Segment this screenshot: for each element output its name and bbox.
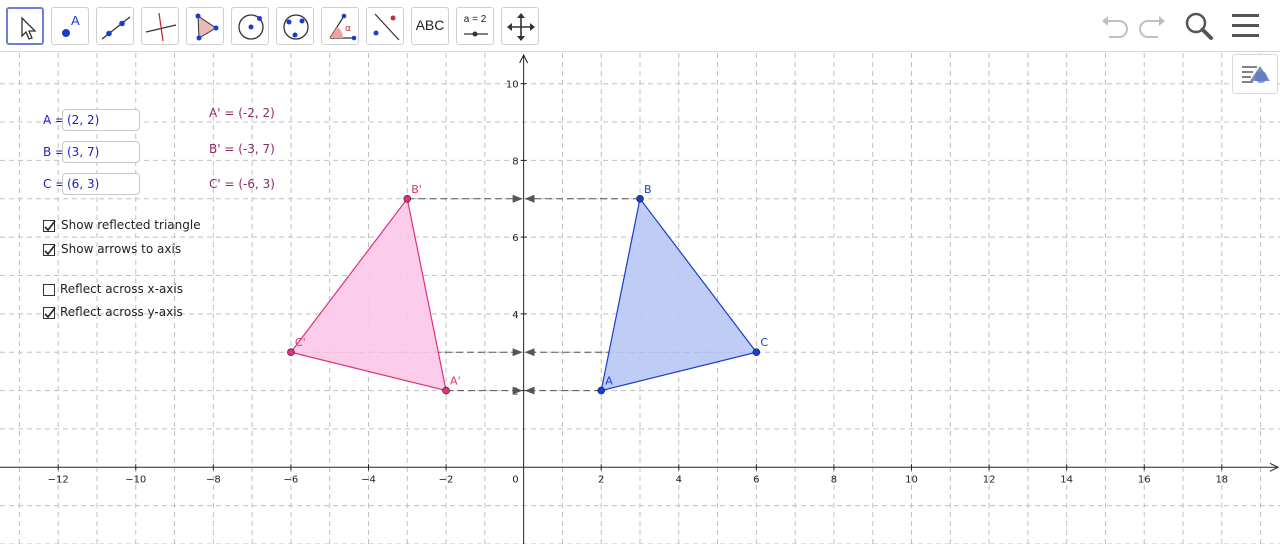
x-tick-label: −6 [284,474,299,485]
menu-icon [1232,14,1259,37]
x-tick-label: −8 [206,474,221,485]
circle-tool[interactable] [231,7,269,45]
x-tick-label: 8 [831,474,837,485]
x-tick-label: −10 [125,474,146,485]
toolbar: A α ABC a = 2 [0,0,1280,52]
x-tick-label: −2 [439,474,454,485]
slider-icon [464,31,488,37]
reflect-x-axis-label: Reflect across x-axis [60,282,183,296]
show-reflected-triangle-label: Show reflected triangle [61,218,201,232]
x-tick-label: 12 [983,474,996,485]
x-tick-label: −12 [48,474,69,485]
point-tool[interactable]: A [51,7,89,45]
reflect-x-axis-checkbox[interactable] [43,284,55,296]
perpendicular-tool[interactable] [141,7,179,45]
reflected-coordinate-text: B' = (-3, 7) [209,142,275,156]
vertex-point [752,348,761,357]
point-c-input[interactable] [62,173,140,195]
vertex-label: C' [295,336,306,349]
y-tick-label: 2 [512,387,518,398]
menu-button[interactable] [1228,8,1264,44]
line-tool[interactable] [96,7,134,45]
perpendicular-line-icon [145,12,177,42]
style-bar-toggle-button[interactable] [1232,54,1278,94]
point-b-input[interactable] [62,141,140,163]
cursor-arrow-icon [21,16,37,40]
vertex-point [442,386,450,395]
graphics-view[interactable]: −12 −10 −8 −6 −4 −2 2 4 6 8 10 12 14 16 18 2 4 6 8 10 0 A' B'… [0,53,1280,544]
reflected-coordinate-text: A' = (-2, 2) [209,106,275,120]
x-tick-label: 4 [676,474,682,485]
search-button[interactable] [1181,8,1217,44]
move-tool[interactable] [6,7,44,45]
x-tick-label: 6 [753,474,759,485]
vertex-point [287,348,295,357]
checkmark-icon [44,244,56,256]
point-tool-letter: A [71,13,80,28]
search-icon [1185,12,1213,40]
vertex-label: A' [450,375,461,388]
point-icon: A [62,13,80,37]
triangles: A' B' C' A B C A' = (-2, 2) B' = (-3, 7) C' = (-… [209,106,768,395]
style-bar-icon [1242,66,1270,83]
vertex-label: B [644,183,652,196]
vertex-point [636,194,644,203]
point-a-input[interactable] [62,109,140,131]
angle-icon: α [329,13,357,41]
x-tick-label: 14 [1060,474,1073,485]
x-tick-label: 16 [1138,474,1151,485]
checkmark-icon [44,307,56,319]
vertex-label: A [605,375,613,388]
y-tick-label: 8 [512,156,518,167]
undo-button[interactable] [1097,8,1133,44]
move-graphics-view-tool[interactable] [501,7,539,45]
vertex-label: B' [411,183,422,196]
origin-label: 0 [512,474,518,485]
svg-text:α: α [345,24,351,34]
show-arrows-label: Show arrows to axis [61,242,182,256]
slider-tool[interactable]: a = 2 [456,7,494,45]
y-tick-label: 10 [506,80,519,91]
reflect-tool[interactable] [366,7,404,45]
reflect-y-axis-label: Reflect across y-axis [60,305,183,319]
show-arrows-checkbox[interactable] [43,244,56,256]
checkmark-icon [44,220,56,232]
move-graphics-view-icon [507,13,535,41]
reflect-y-axis-checkbox[interactable] [43,307,56,319]
vertex-point [597,386,606,395]
angle-tool[interactable]: α [321,7,359,45]
circle-center-point-icon [238,14,264,40]
text-icon: ABC [415,17,445,33]
x-tick-label: 2 [598,474,604,485]
undo-icon [1102,16,1128,38]
text-tool[interactable]: ABC [411,7,449,45]
vertex-label: C [760,336,768,349]
x-tick-label: −4 [361,474,376,485]
y-tick-label: 4 [512,310,518,321]
reflected-coordinate-text: C' = (-6, 3) [209,177,275,191]
y-tick-label: 6 [512,233,518,244]
polygon-tool[interactable] [186,7,224,45]
redo-button[interactable] [1134,8,1170,44]
x-tick-label: 10 [905,474,918,485]
line-through-points-icon [101,16,131,40]
polygon-icon [195,13,219,41]
x-tick-label: 18 [1215,474,1228,485]
circle-three-points-tool[interactable] [276,7,314,45]
vertex-point [403,194,412,203]
redo-icon [1139,16,1165,38]
reflect-about-line-icon [373,13,400,41]
show-reflected-triangle-checkbox[interactable] [43,220,56,232]
circle-three-points-icon [283,14,309,40]
